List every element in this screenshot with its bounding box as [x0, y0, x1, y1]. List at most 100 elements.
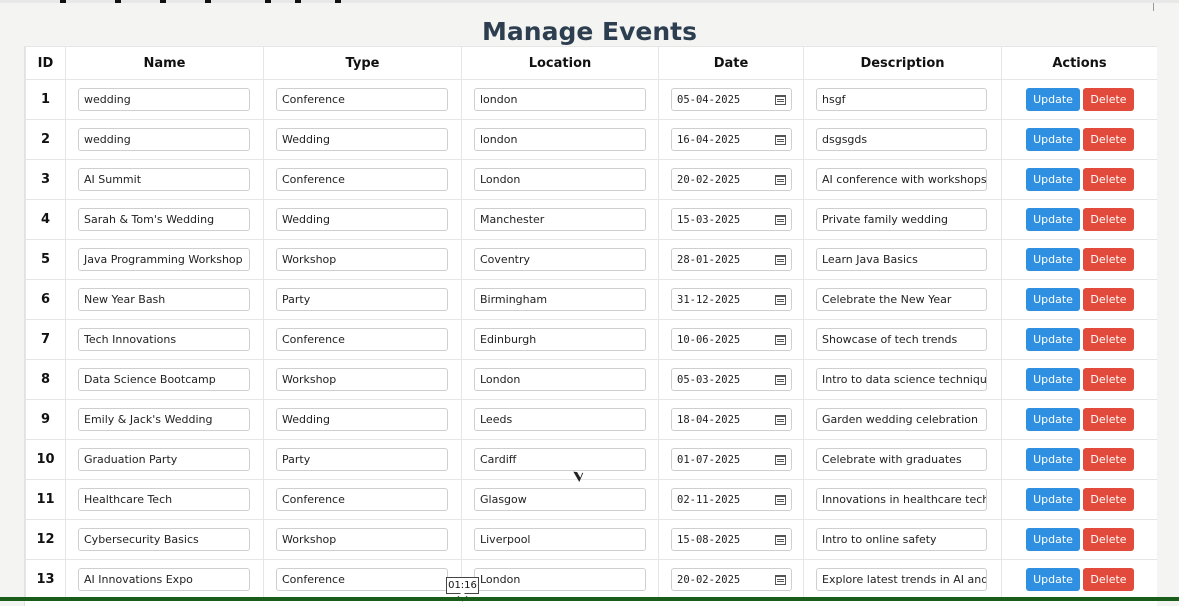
description-input[interactable]: Garden wedding celebration [816, 408, 987, 431]
location-input[interactable]: Manchester [474, 208, 646, 231]
location-input[interactable]: London [474, 168, 646, 191]
calendar-icon[interactable] [775, 134, 786, 145]
update-button[interactable]: Update [1026, 408, 1080, 431]
description-input[interactable]: AI conference with workshops [816, 168, 987, 191]
date-input[interactable]: 15-03-2025 [671, 208, 792, 231]
date-input[interactable]: 05-04-2025 [671, 88, 792, 111]
delete-button[interactable]: Delete [1083, 208, 1134, 231]
location-input[interactable]: London [474, 368, 646, 391]
description-input[interactable]: Learn Java Basics [816, 248, 987, 271]
name-input[interactable]: Healthcare Tech [78, 488, 250, 511]
calendar-icon[interactable] [775, 494, 786, 505]
name-input[interactable]: Emily & Jack's Wedding [78, 408, 250, 431]
description-input[interactable]: dsgsgds [816, 128, 987, 151]
delete-button[interactable]: Delete [1083, 88, 1134, 111]
type-input[interactable]: Conference [276, 488, 448, 511]
calendar-icon[interactable] [775, 294, 786, 305]
update-button[interactable]: Update [1026, 288, 1080, 311]
calendar-icon[interactable] [775, 254, 786, 265]
location-input[interactable]: Leeds [474, 408, 646, 431]
delete-button[interactable]: Delete [1083, 328, 1134, 351]
name-input[interactable]: Graduation Party [78, 448, 250, 471]
description-input[interactable]: Explore latest trends in AI and ML. [816, 568, 987, 591]
location-input[interactable]: Coventry [474, 248, 646, 271]
date-input[interactable]: 15-08-2025 [671, 528, 792, 551]
type-input[interactable]: Conference [276, 88, 448, 111]
date-input[interactable]: 20-02-2025 [671, 568, 792, 591]
calendar-icon[interactable] [775, 214, 786, 225]
name-input[interactable]: Sarah & Tom's Wedding [78, 208, 250, 231]
description-input[interactable]: Intro to online safety [816, 528, 987, 551]
update-button[interactable]: Update [1026, 208, 1080, 231]
description-input[interactable]: Intro to data science techniques [816, 368, 987, 391]
description-input[interactable]: Showcase of tech trends [816, 328, 987, 351]
date-input[interactable]: 01-07-2025 [671, 448, 792, 471]
calendar-icon[interactable] [775, 534, 786, 545]
calendar-icon[interactable] [775, 94, 786, 105]
delete-button[interactable]: Delete [1083, 288, 1134, 311]
update-button[interactable]: Update [1026, 488, 1080, 511]
description-input[interactable]: Private family wedding [816, 208, 987, 231]
delete-button[interactable]: Delete [1083, 408, 1134, 431]
calendar-icon[interactable] [775, 574, 786, 585]
description-input[interactable]: hsgf [816, 88, 987, 111]
update-button[interactable]: Update [1026, 88, 1080, 111]
date-input[interactable]: 05-03-2025 [671, 368, 792, 391]
date-input[interactable]: 20-02-2025 [671, 168, 792, 191]
date-input[interactable]: 18-04-2025 [671, 408, 792, 431]
calendar-icon[interactable] [775, 374, 786, 385]
update-button[interactable]: Update [1026, 368, 1080, 391]
delete-button[interactable]: Delete [1083, 488, 1134, 511]
location-input[interactable]: Glasgow [474, 488, 646, 511]
type-input[interactable]: Wedding [276, 408, 448, 431]
calendar-icon[interactable] [775, 174, 786, 185]
location-input[interactable]: Cardiff [474, 448, 646, 471]
date-input[interactable]: 10-06-2025 [671, 328, 792, 351]
type-input[interactable]: Conference [276, 168, 448, 191]
delete-button[interactable]: Delete [1083, 168, 1134, 191]
description-input[interactable]: Celebrate the New Year [816, 288, 987, 311]
type-input[interactable]: Workshop [276, 248, 448, 271]
description-input[interactable]: Celebrate with graduates [816, 448, 987, 471]
location-input[interactable]: Edinburgh [474, 328, 646, 351]
date-input[interactable]: 28-01-2025 [671, 248, 792, 271]
name-input[interactable]: wedding [78, 88, 250, 111]
location-input[interactable]: london [474, 88, 646, 111]
name-input[interactable]: Data Science Bootcamp [78, 368, 250, 391]
type-input[interactable]: Party [276, 448, 448, 471]
delete-button[interactable]: Delete [1083, 368, 1134, 391]
update-button[interactable]: Update [1026, 128, 1080, 151]
delete-button[interactable]: Delete [1083, 248, 1134, 271]
update-button[interactable]: Update [1026, 168, 1080, 191]
update-button[interactable]: Update [1026, 568, 1080, 591]
calendar-icon[interactable] [775, 454, 786, 465]
update-button[interactable]: Update [1026, 448, 1080, 471]
update-button[interactable]: Update [1026, 248, 1080, 271]
type-input[interactable]: Wedding [276, 208, 448, 231]
description-input[interactable]: Innovations in healthcare tech [816, 488, 987, 511]
name-input[interactable]: AI Summit [78, 168, 250, 191]
type-input[interactable]: Party [276, 288, 448, 311]
name-input[interactable]: wedding [78, 128, 250, 151]
name-input[interactable]: New Year Bash [78, 288, 250, 311]
date-input[interactable]: 16-04-2025 [671, 128, 792, 151]
date-input[interactable]: 02-11-2025 [671, 488, 792, 511]
type-input[interactable]: Workshop [276, 528, 448, 551]
calendar-icon[interactable] [775, 414, 786, 425]
type-input[interactable]: Conference [276, 568, 448, 591]
name-input[interactable]: Java Programming Workshop [78, 248, 250, 271]
delete-button[interactable]: Delete [1083, 568, 1134, 591]
location-input[interactable]: London [474, 568, 646, 591]
type-input[interactable]: Workshop [276, 368, 448, 391]
delete-button[interactable]: Delete [1083, 528, 1134, 551]
location-input[interactable]: Liverpool [474, 528, 646, 551]
delete-button[interactable]: Delete [1083, 448, 1134, 471]
name-input[interactable]: Tech Innovations [78, 328, 250, 351]
type-input[interactable]: Conference [276, 328, 448, 351]
name-input[interactable]: Cybersecurity Basics [78, 528, 250, 551]
location-input[interactable]: london [474, 128, 646, 151]
type-input[interactable]: Wedding [276, 128, 448, 151]
location-input[interactable]: Birmingham [474, 288, 646, 311]
date-input[interactable]: 31-12-2025 [671, 288, 792, 311]
update-button[interactable]: Update [1026, 328, 1080, 351]
